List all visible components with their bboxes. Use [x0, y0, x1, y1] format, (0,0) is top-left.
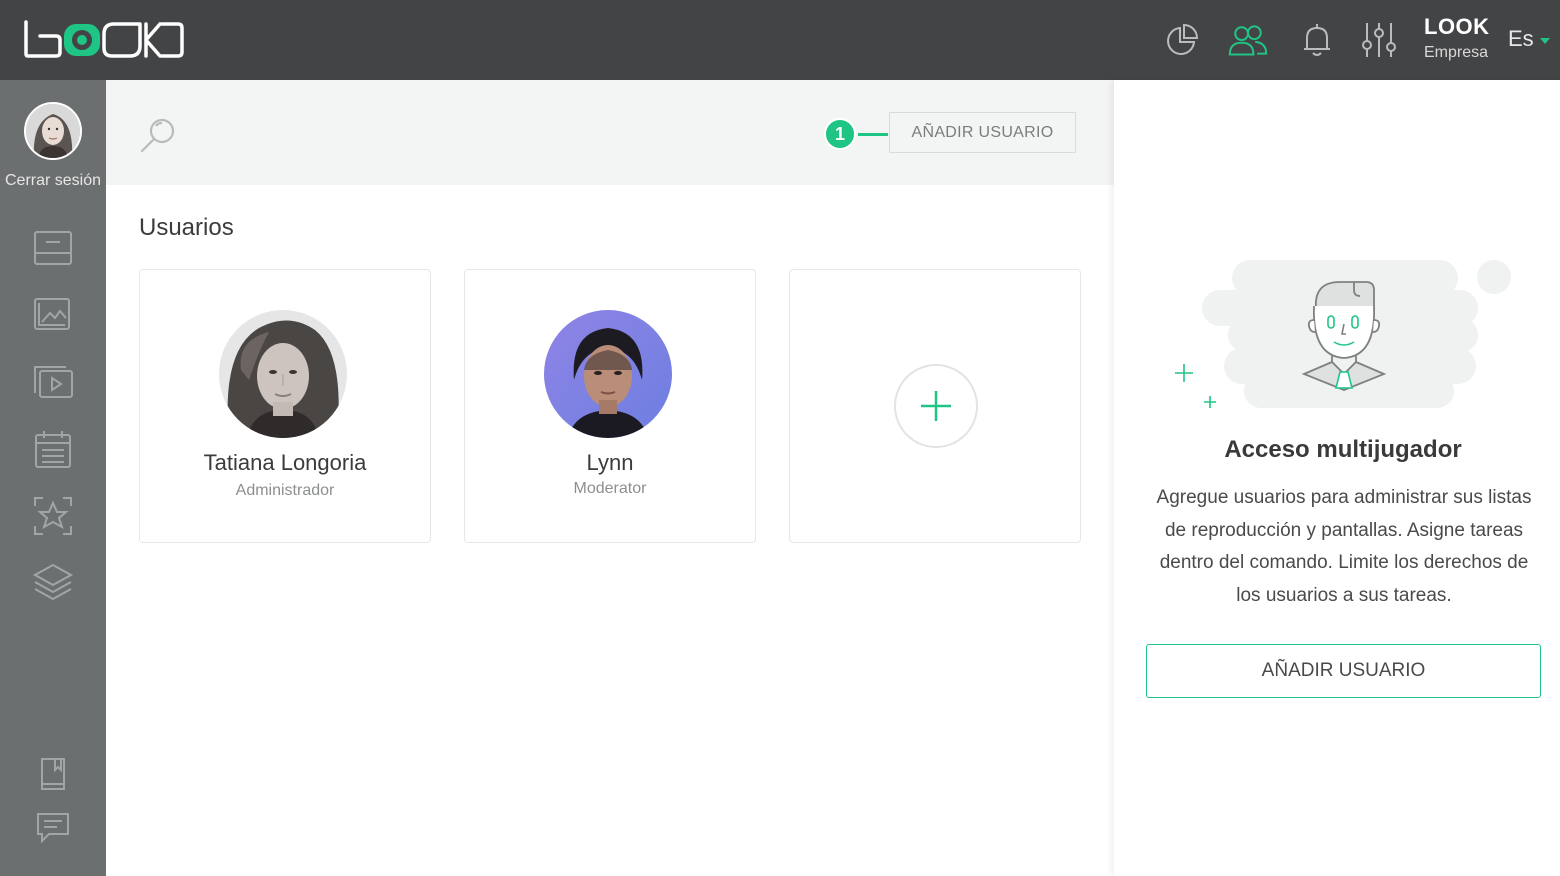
search-icon[interactable] [138, 116, 178, 156]
users-icon[interactable] [1228, 20, 1268, 60]
user-name: Lynn [586, 450, 634, 475]
panel-description: Agregue usuarios para administrar sus li… [1156, 487, 1532, 606]
bell-icon[interactable] [1297, 20, 1337, 60]
add-user-plus-button[interactable] [894, 364, 978, 448]
look-logo[interactable] [22, 18, 186, 60]
account-brand[interactable]: LOOK Empresa [1424, 14, 1490, 62]
stats-icon[interactable] [1162, 20, 1202, 60]
chevron-down-icon [1539, 38, 1550, 44]
sidebar: Cerrar sesión [0, 80, 106, 876]
panel-add-user-button[interactable]: AÑADIR USUARIO [1146, 644, 1541, 698]
user-card[interactable]: Lynn Moderator [464, 269, 756, 543]
screens-icon[interactable] [29, 224, 77, 272]
video-playlist-icon[interactable] [29, 358, 77, 406]
favorites-icon[interactable] [29, 492, 77, 540]
step-connector [858, 133, 888, 136]
settings-sliders-icon[interactable] [1359, 20, 1399, 60]
brand-name: LOOK [1424, 14, 1490, 39]
users-toolbar: 1 AÑADIR USUARIO [106, 80, 1114, 185]
brand-subtitle: Empresa [1424, 44, 1489, 61]
docs-book-icon[interactable] [29, 750, 77, 798]
step-badge: 1 [824, 118, 856, 150]
user-avatar [219, 310, 347, 438]
user-role: Administrador [235, 482, 335, 499]
panel-title: Acceso multijugador [1224, 436, 1462, 463]
logout-link[interactable]: Cerrar sesión [0, 172, 106, 190]
plus-icon [921, 391, 951, 421]
page-title: Usuarios [139, 214, 234, 241]
chat-icon[interactable] [29, 804, 77, 852]
add-user-card[interactable] [789, 269, 1081, 543]
top-navigation-bar: LOOK Empresa Es [0, 0, 1560, 80]
multiuser-info-panel: Acceso multijugador Agregue usuarios par… [1114, 80, 1560, 876]
user-name: Tatiana Longoria [203, 450, 367, 475]
multiuser-illustration-icon [1175, 260, 1511, 408]
language-label: Es [1508, 26, 1534, 51]
language-selector[interactable]: Es [1508, 26, 1550, 52]
layers-icon[interactable] [29, 559, 77, 607]
user-avatar [544, 310, 672, 438]
user-card[interactable]: Tatiana Longoria Administrador [139, 269, 431, 543]
user-role: Moderator [573, 480, 647, 497]
avatar[interactable] [24, 102, 82, 160]
images-icon[interactable] [29, 291, 77, 339]
calendar-icon[interactable] [29, 425, 77, 473]
add-user-button[interactable]: AÑADIR USUARIO [889, 112, 1076, 153]
